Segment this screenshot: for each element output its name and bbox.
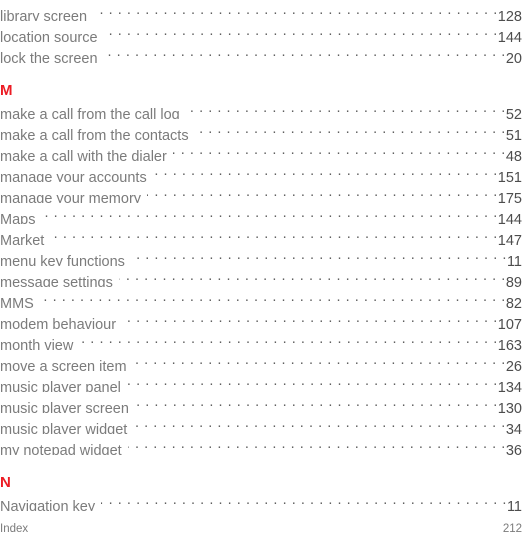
- index-entry[interactable]: modem behaviour 107: [0, 308, 522, 329]
- dot-leader: [104, 21, 498, 42]
- index-entry-label: my notepad widget: [0, 443, 122, 455]
- index-entry[interactable]: Navigation key 11: [0, 490, 522, 511]
- index-entry[interactable]: manage your memory 175: [0, 182, 522, 203]
- index-entry-page-number: 26: [505, 359, 522, 371]
- dot-leader: [133, 350, 506, 371]
- index-entry-label: library screen: [0, 9, 88, 21]
- index-entry[interactable]: month view 163: [0, 329, 522, 350]
- dot-leader: [93, 0, 498, 21]
- index-entry-label: make a call with the dialer: [0, 149, 167, 161]
- index-entry-page-number: 107: [497, 317, 522, 329]
- index-entry[interactable]: Maps 144: [0, 203, 522, 224]
- dot-leader: [41, 203, 497, 224]
- index-entry[interactable]: MMS 82: [0, 287, 522, 308]
- index-entry-page-number: 11: [506, 254, 522, 266]
- section-heading-m: M: [0, 82, 13, 99]
- index-entry-page-number: 82: [505, 296, 522, 308]
- index-entry-page-number: 151: [497, 170, 522, 182]
- page-footer: Index 212: [0, 522, 522, 536]
- index-entry-label: Maps: [0, 212, 36, 224]
- dot-leader: [128, 434, 506, 455]
- index-entry-page-number: 89: [505, 275, 522, 287]
- index-entry-list: library screen128location source144lock …: [0, 0, 522, 511]
- index-entry-label: month view: [0, 338, 74, 350]
- dot-leader: [173, 140, 506, 161]
- index-entry-label: lock the screen: [0, 51, 98, 63]
- index-entry-page-number: 144: [497, 30, 522, 42]
- index-entry-page-number: 144: [497, 212, 522, 224]
- index-entry-label: music player widget: [0, 422, 128, 434]
- index-entry-page-number: 20: [505, 51, 522, 63]
- dot-leader: [104, 42, 506, 63]
- index-entry[interactable]: library screen 128: [0, 0, 522, 21]
- index-entry-label: manage your memory: [0, 191, 142, 203]
- index-entry-label: modem behaviour: [0, 317, 117, 329]
- index-entry-label: make a call from the call log: [0, 107, 180, 119]
- index-entry[interactable]: move a screen item 26: [0, 350, 522, 371]
- index-entry-label: MMS: [0, 296, 34, 308]
- dot-leader: [153, 161, 498, 182]
- index-entry-page-number: 128: [497, 9, 522, 21]
- dot-leader: [40, 287, 506, 308]
- index-entry-label: Navigation key: [0, 499, 96, 511]
- index-entry[interactable]: music player panel 134: [0, 371, 522, 392]
- index-entry-page-number: 52: [505, 107, 522, 119]
- index-entry-label: message settings: [0, 275, 113, 287]
- section-heading-n: N: [0, 474, 11, 491]
- index-entry-label: music player screen: [0, 401, 129, 413]
- index-entry[interactable]: lock the screen 20: [0, 42, 522, 63]
- index-entry-page-number: 11: [506, 499, 522, 511]
- index-entry[interactable]: menu key functions 11: [0, 245, 522, 266]
- index-page: library screen128location source144lock …: [0, 0, 524, 542]
- dot-leader: [133, 413, 506, 434]
- index-entry-page-number: 34: [505, 422, 522, 434]
- index-entry-label: move a screen item: [0, 359, 127, 371]
- dot-leader: [79, 329, 497, 350]
- dot-leader: [101, 490, 507, 511]
- index-entry-page-number: 36: [505, 443, 522, 455]
- index-entry[interactable]: my notepad widget 36: [0, 434, 522, 455]
- index-entry[interactable]: Market 147: [0, 224, 522, 245]
- index-entry-page-number: 48: [505, 149, 522, 161]
- index-entry[interactable]: music player widget 34: [0, 413, 522, 434]
- dot-leader: [135, 392, 498, 413]
- index-entry-label: location source: [0, 30, 98, 42]
- index-entry-label: music player panel: [0, 380, 121, 392]
- dot-leader: [119, 266, 506, 287]
- index-entry-page-number: 147: [497, 233, 522, 245]
- index-entry-page-number: 51: [505, 128, 522, 140]
- index-entry-label: make a call from the contacts: [0, 128, 189, 140]
- footer-page-number: 212: [502, 523, 522, 535]
- index-entry-page-number: 163: [497, 338, 522, 350]
- index-entry-page-number: 175: [497, 191, 522, 203]
- index-entry-page-number: 130: [497, 401, 522, 413]
- index-entry[interactable]: manage your accounts 151: [0, 161, 522, 182]
- dot-leader: [127, 371, 498, 392]
- index-entry[interactable]: location source 144: [0, 21, 522, 42]
- footer-section-label: Index: [0, 523, 29, 535]
- dot-leader: [147, 182, 498, 203]
- index-entry-page-number: 134: [497, 380, 522, 392]
- index-entry-label: Market: [0, 233, 45, 245]
- dot-leader: [131, 245, 507, 266]
- dot-leader: [186, 98, 506, 119]
- index-entry-label: menu key functions: [0, 254, 125, 266]
- index-entry-label: manage your accounts: [0, 170, 147, 182]
- index-entry[interactable]: make a call with the dialer 48: [0, 140, 522, 161]
- index-entry[interactable]: make a call from the call log 52: [0, 98, 522, 119]
- dot-leader: [50, 224, 497, 245]
- index-entry[interactable]: make a call from the contacts 51: [0, 119, 522, 140]
- dot-leader: [195, 119, 506, 140]
- dot-leader: [122, 308, 498, 329]
- index-entry[interactable]: music player screen 130: [0, 392, 522, 413]
- index-entry[interactable]: message settings 89: [0, 266, 522, 287]
